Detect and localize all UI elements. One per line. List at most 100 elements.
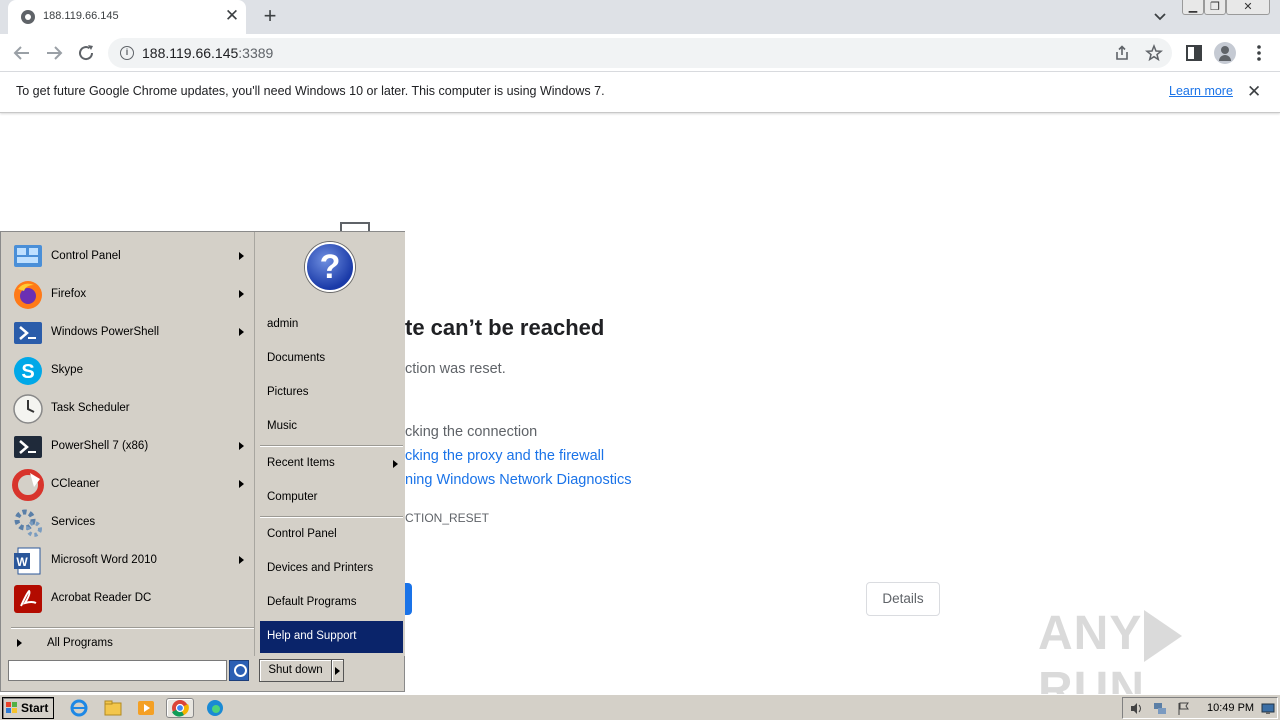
place-default-programs[interactable]: Default Programs bbox=[260, 590, 403, 616]
place-music[interactable]: Music bbox=[260, 414, 403, 440]
update-infobar: To get future Google Chrome updates, you… bbox=[0, 72, 1280, 113]
submenu-arrow-icon bbox=[239, 252, 244, 260]
shutdown-button[interactable]: Shut down bbox=[259, 659, 332, 682]
error-code: CTION_RESET bbox=[405, 511, 490, 525]
submenu-arrow-icon bbox=[239, 442, 244, 450]
submenu-arrow-icon bbox=[239, 480, 244, 488]
shutdown-options-arrow[interactable] bbox=[332, 659, 344, 682]
reload-icon[interactable] bbox=[74, 41, 98, 65]
clock[interactable]: 10:49 PM bbox=[1207, 702, 1254, 714]
details-button[interactable]: Details bbox=[866, 582, 940, 616]
learn-more-link[interactable]: Learn more bbox=[1169, 84, 1233, 98]
back-arrow-icon[interactable] bbox=[10, 41, 34, 65]
share-icon[interactable] bbox=[1113, 44, 1131, 62]
more-vert-icon[interactable] bbox=[1248, 42, 1270, 64]
try-checking-connection: cking the connection bbox=[405, 424, 538, 440]
program-services[interactable]: Services bbox=[9, 504, 253, 542]
program-control-panel[interactable]: Control Panel bbox=[9, 238, 253, 276]
sidepanel-icon[interactable] bbox=[1183, 42, 1205, 64]
program-windows-powershell[interactable]: Windows PowerShell bbox=[9, 314, 253, 352]
network-icon[interactable] bbox=[1153, 702, 1167, 715]
powershell-icon bbox=[14, 322, 42, 344]
place-documents[interactable]: Documents bbox=[260, 346, 403, 372]
firefox-icon bbox=[14, 281, 42, 309]
place-admin[interactable]: admin bbox=[260, 312, 403, 338]
word-icon: W bbox=[14, 547, 41, 575]
program-ccleaner[interactable]: CCleaner bbox=[9, 466, 253, 504]
tab-close-icon[interactable]: ✕ bbox=[224, 7, 240, 25]
task-scheduler-icon bbox=[13, 394, 43, 424]
minimize-button[interactable]: ▁ bbox=[1182, 0, 1204, 15]
program-firefox[interactable]: Firefox bbox=[9, 276, 253, 314]
volume-icon[interactable] bbox=[1129, 702, 1143, 715]
program-powershell7[interactable]: PowerShell 7 (x86) bbox=[9, 428, 253, 466]
ccleaner-icon bbox=[12, 469, 44, 501]
places-pane: ? admin Documents Pictures Music Recent … bbox=[254, 232, 405, 656]
all-programs-item[interactable]: All Programs bbox=[9, 634, 253, 654]
start-search-input[interactable] bbox=[9, 661, 226, 681]
skype-icon: S bbox=[14, 357, 42, 385]
submenu-arrow-icon bbox=[239, 290, 244, 298]
start-search-box[interactable] bbox=[8, 660, 227, 681]
display-icon[interactable] bbox=[1261, 702, 1275, 715]
forward-arrow-icon[interactable] bbox=[42, 41, 66, 65]
submenu-arrow-icon bbox=[393, 460, 398, 468]
svg-text:S: S bbox=[21, 361, 34, 383]
browser-tab[interactable]: 188.119.66.145 ✕ bbox=[8, 0, 246, 34]
start-button[interactable]: Start bbox=[2, 697, 54, 719]
tab-title: 188.119.66.145 bbox=[43, 10, 119, 22]
chevron-down-icon[interactable] bbox=[1152, 8, 1168, 24]
program-task-scheduler[interactable]: Task Scheduler bbox=[9, 390, 253, 428]
taskbar: Start 10:49 PM bbox=[0, 694, 1280, 720]
new-tab-button[interactable]: + bbox=[259, 5, 281, 27]
submenu-arrow-icon bbox=[239, 556, 244, 564]
anyrun-watermark: ANYRUN bbox=[1038, 606, 1238, 716]
system-tray: 10:49 PM bbox=[1122, 697, 1278, 719]
powershell7-icon bbox=[14, 436, 42, 458]
acrobat-icon bbox=[14, 585, 42, 613]
flag-icon[interactable] bbox=[1177, 702, 1191, 715]
ie-icon[interactable] bbox=[68, 698, 90, 718]
menu-separator bbox=[11, 627, 255, 629]
control-panel-icon bbox=[14, 245, 42, 267]
star-icon[interactable] bbox=[1145, 44, 1163, 62]
place-recent-items[interactable]: Recent Items bbox=[260, 451, 403, 477]
place-control-panel[interactable]: Control Panel bbox=[260, 522, 403, 548]
place-devices-printers[interactable]: Devices and Printers bbox=[260, 556, 403, 582]
place-computer[interactable]: Computer bbox=[260, 485, 403, 511]
browser-toolbar: i 188.119.66.145:3389 bbox=[0, 34, 1280, 72]
url-text[interactable]: 188.119.66.145:3389 bbox=[142, 45, 273, 61]
svg-text:W: W bbox=[16, 555, 28, 569]
explorer-icon[interactable] bbox=[102, 698, 124, 718]
close-window-button[interactable]: ✕ bbox=[1226, 0, 1270, 15]
submenu-arrow-icon bbox=[239, 328, 244, 336]
windows-flag-icon bbox=[6, 702, 18, 714]
profile-icon[interactable] bbox=[1214, 42, 1236, 64]
program-skype[interactable]: S Skype bbox=[9, 352, 253, 390]
place-pictures[interactable]: Pictures bbox=[260, 380, 403, 406]
help-question-icon: ? bbox=[305, 242, 355, 292]
proxy-firewall-link[interactable]: cking the proxy and the firewall bbox=[405, 448, 604, 464]
play-icon bbox=[1144, 610, 1183, 663]
error-subtitle: ction was reset. bbox=[405, 361, 506, 377]
menu-separator bbox=[260, 516, 403, 518]
restore-button[interactable]: ❐ bbox=[1204, 0, 1226, 15]
place-help-support[interactable]: Help and Support bbox=[260, 621, 403, 653]
edge-icon[interactable] bbox=[204, 698, 226, 718]
address-bar[interactable]: i 188.119.66.145:3389 bbox=[108, 38, 1172, 68]
tab-strip: 188.119.66.145 ✕ + ▁ ❐ ✕ bbox=[0, 0, 1280, 34]
chrome-icon bbox=[172, 700, 189, 717]
window-controls: ▁ ❐ ✕ bbox=[1182, 0, 1270, 17]
start-menu: Control Panel Firefox Windows PowerShell… bbox=[0, 231, 405, 692]
network-diagnostics-link[interactable]: ning Windows Network Diagnostics bbox=[405, 472, 631, 488]
program-word[interactable]: W Microsoft Word 2010 bbox=[9, 542, 253, 580]
media-player-icon[interactable] bbox=[135, 698, 157, 718]
programs-pane: Control Panel Firefox Windows PowerShell… bbox=[3, 235, 255, 655]
site-info-icon[interactable]: i bbox=[120, 46, 134, 60]
infobar-close-icon[interactable]: ✕ bbox=[1247, 82, 1261, 102]
search-icon[interactable] bbox=[229, 660, 249, 681]
services-icon bbox=[14, 509, 42, 537]
program-acrobat[interactable]: Acrobat Reader DC bbox=[9, 580, 253, 618]
error-title: te can’t be reached bbox=[405, 315, 605, 340]
chrome-taskbar-button[interactable] bbox=[166, 698, 194, 718]
